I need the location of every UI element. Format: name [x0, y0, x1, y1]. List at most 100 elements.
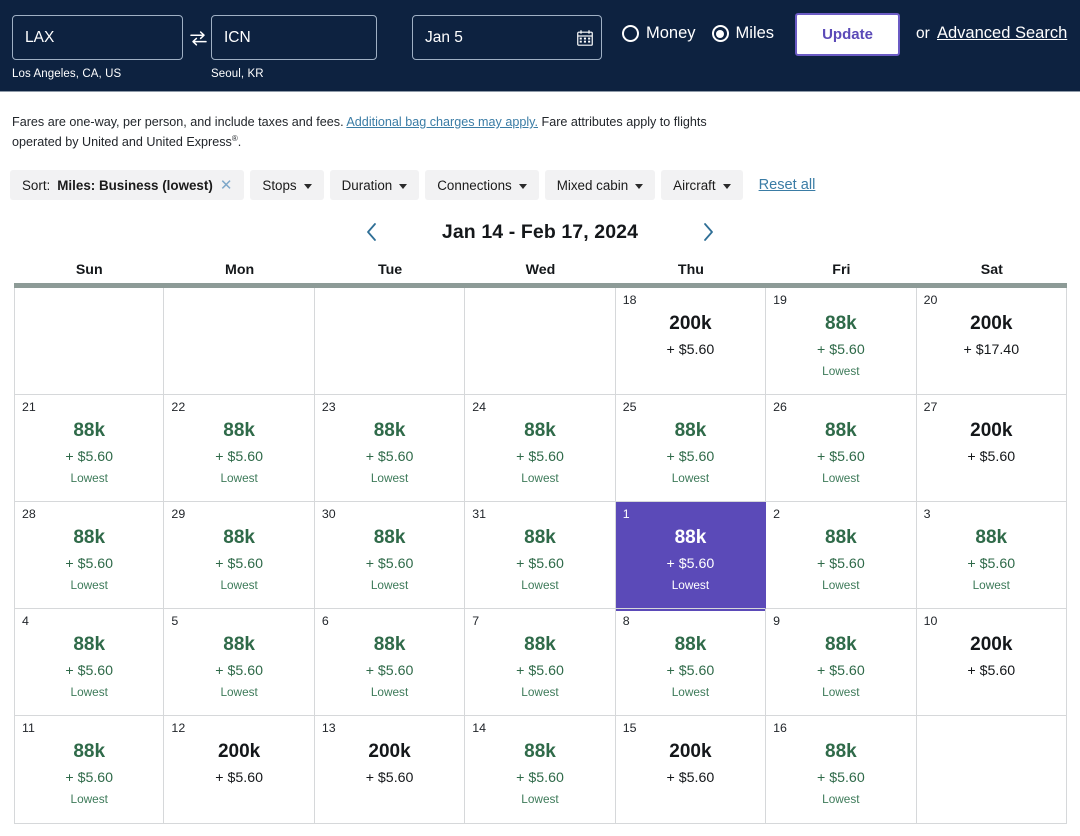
miles-amount: 88k — [374, 419, 406, 443]
miles-amount: 88k — [73, 419, 105, 443]
miles-amount: 88k — [374, 526, 406, 550]
miles-amount: 88k — [675, 526, 707, 550]
origin-input[interactable] — [12, 15, 183, 60]
miles-amount: 88k — [73, 740, 105, 764]
miles-amount: 88k — [825, 526, 857, 550]
filter-chip-aircraft[interactable]: Aircraft — [661, 170, 742, 200]
or-label: or — [916, 25, 930, 43]
fare-price-block: 200k+ $5.60 — [967, 633, 1015, 680]
calendar-day-cell[interactable]: 688k+ $5.60Lowest — [315, 609, 465, 716]
calendar-day-cell[interactable]: 2288k+ $5.60Lowest — [164, 395, 314, 502]
day-number: 14 — [472, 721, 486, 735]
fare-type-radio-group: Money Miles — [622, 24, 774, 43]
calendar-day-cell[interactable]: 2988k+ $5.60Lowest — [164, 502, 314, 609]
calendar-week-row: 2888k+ $5.60Lowest2988k+ $5.60Lowest3088… — [14, 502, 1067, 609]
calendar-day-cell[interactable]: 1688k+ $5.60Lowest — [766, 716, 916, 824]
fare-price-block: 88k+ $5.60Lowest — [65, 526, 113, 594]
calendar-day-cell[interactable]: 1488k+ $5.60Lowest — [465, 716, 615, 824]
fare-price-block: 200k+ $5.60 — [967, 419, 1015, 466]
day-number: 7 — [472, 614, 479, 628]
fare-price-block: 88k+ $5.60Lowest — [667, 633, 715, 701]
day-number: 31 — [472, 507, 486, 521]
weekday-thu: Thu — [616, 262, 766, 278]
calendar-day-cell[interactable]: 18200k+ $5.60 — [616, 288, 766, 395]
filter-chip-duration[interactable]: Duration — [330, 170, 420, 200]
destination-city-label: Seoul, KR — [211, 68, 264, 80]
calendar-day-cell[interactable]: 2688k+ $5.60Lowest — [766, 395, 916, 502]
calendar-day-cell[interactable]: 2188k+ $5.60Lowest — [14, 395, 164, 502]
close-icon[interactable]: ✕ — [220, 178, 233, 193]
chevron-right-icon[interactable] — [693, 218, 723, 246]
calendar-day-cell[interactable]: 2588k+ $5.60Lowest — [616, 395, 766, 502]
calendar-day-cell[interactable]: 588k+ $5.60Lowest — [164, 609, 314, 716]
lowest-fare-badge: Lowest — [220, 471, 257, 486]
calendar-day-cell[interactable]: 388k+ $5.60Lowest — [917, 502, 1067, 609]
lowest-fare-badge: Lowest — [521, 578, 558, 593]
miles-amount: 200k — [970, 312, 1012, 336]
calendar-day-cell[interactable]: 27200k+ $5.60 — [917, 395, 1067, 502]
tax-amount: + $5.60 — [667, 555, 715, 573]
calendar-day-cell[interactable]: 188k+ $5.60Lowest — [616, 502, 766, 609]
filter-chip-aircraft-label: Aircraft — [673, 178, 715, 193]
calendar-day-cell[interactable]: 3188k+ $5.60Lowest — [465, 502, 615, 609]
additional-bag-charges-link[interactable]: Additional bag charges may apply. — [346, 115, 538, 129]
filter-chip-mixed-cabin-label: Mixed cabin — [557, 178, 628, 193]
sort-filter-chip[interactable]: Sort: Miles: Business (lowest) ✕ — [10, 170, 244, 200]
calendar-day-cell[interactable]: 13200k+ $5.60 — [315, 716, 465, 824]
calendar-day-cell[interactable]: 1188k+ $5.60Lowest — [14, 716, 164, 824]
weekday-sun: Sun — [14, 262, 164, 278]
weekday-sat: Sat — [917, 262, 1067, 278]
fare-price-block: 200k+ $5.60 — [366, 740, 414, 787]
advanced-search-link[interactable]: Advanced Search — [937, 24, 1067, 43]
date-range-label: Jan 14 - Feb 17, 2024 — [442, 221, 638, 244]
calendar-day-cell[interactable]: 2888k+ $5.60Lowest — [14, 502, 164, 609]
calendar-day-cell[interactable]: 10 200k+ $5.60 — [917, 609, 1067, 716]
calendar-day-cell[interactable]: 2388k+ $5.60Lowest — [315, 395, 465, 502]
filter-chip-mixed-cabin[interactable]: Mixed cabin — [545, 170, 655, 200]
calendar-day-cell[interactable]: 12200k+ $5.60 — [164, 716, 314, 824]
calendar-day-cell[interactable]: 888k+ $5.60Lowest — [616, 609, 766, 716]
miles-amount: 88k — [223, 419, 255, 443]
radio-option-money[interactable]: Money — [622, 24, 696, 43]
swap-arrows-icon[interactable] — [186, 26, 210, 50]
weekday-wed: Wed — [465, 262, 615, 278]
miles-amount: 88k — [825, 633, 857, 657]
tax-amount: + $5.60 — [817, 341, 865, 359]
day-number: 16 — [773, 721, 787, 735]
weekday-mon: Mon — [164, 262, 314, 278]
origin-city-label: Los Angeles, CA, US — [12, 68, 121, 80]
date-input[interactable] — [412, 15, 602, 60]
calendar-day-cell[interactable]: 20 200k+ $17.40 — [917, 288, 1067, 395]
update-button[interactable]: Update — [795, 13, 900, 56]
calendar-day-cell[interactable]: 2488k+ $5.60Lowest — [465, 395, 615, 502]
tax-amount: + $5.60 — [967, 662, 1015, 680]
fare-calendar-grid: 18200k+ $5.601988k+ $5.60Lowest20200k+ $… — [14, 283, 1067, 824]
lowest-fare-badge: Lowest — [371, 471, 408, 486]
miles-amount: 88k — [825, 419, 857, 443]
calendar-day-cell[interactable]: 988k+ $5.60Lowest — [766, 609, 916, 716]
disclaimer-period: . — [238, 135, 242, 149]
filter-chip-stops[interactable]: Stops — [250, 170, 323, 200]
fare-price-block: 88k+ $5.60Lowest — [516, 633, 564, 701]
chevron-left-icon[interactable] — [357, 218, 387, 246]
calendar-day-cell[interactable]: 488k+ $5.60Lowest — [14, 609, 164, 716]
radio-option-miles[interactable]: Miles — [712, 24, 775, 43]
destination-input[interactable] — [211, 15, 377, 60]
day-number: 1 — [623, 507, 630, 521]
calendar-day-cell[interactable]: 15200k+ $5.60 — [616, 716, 766, 824]
filter-chip-connections[interactable]: Connections — [425, 170, 538, 200]
fare-price-block: 200k+ $17.40 — [963, 312, 1019, 359]
fare-price-block: 200k+ $5.60 — [667, 312, 715, 359]
calendar-day-cell[interactable]: 3088k+ $5.60Lowest — [315, 502, 465, 609]
tax-amount: + $5.60 — [817, 448, 865, 466]
calendar-day-cell[interactable]: 288k+ $5.60Lowest — [766, 502, 916, 609]
radio-miles-icon — [712, 25, 729, 42]
lowest-fare-badge: Lowest — [71, 471, 108, 486]
calendar-day-cell[interactable]: 7 88k+ $5.60Lowest — [465, 609, 615, 716]
day-number: 20 — [924, 293, 938, 307]
day-number: 10 — [924, 614, 938, 628]
miles-amount: 88k — [374, 633, 406, 657]
reset-all-button[interactable]: Reset all — [755, 177, 820, 193]
calendar-icon[interactable] — [575, 28, 595, 48]
calendar-day-cell[interactable]: 1988k+ $5.60Lowest — [766, 288, 916, 395]
